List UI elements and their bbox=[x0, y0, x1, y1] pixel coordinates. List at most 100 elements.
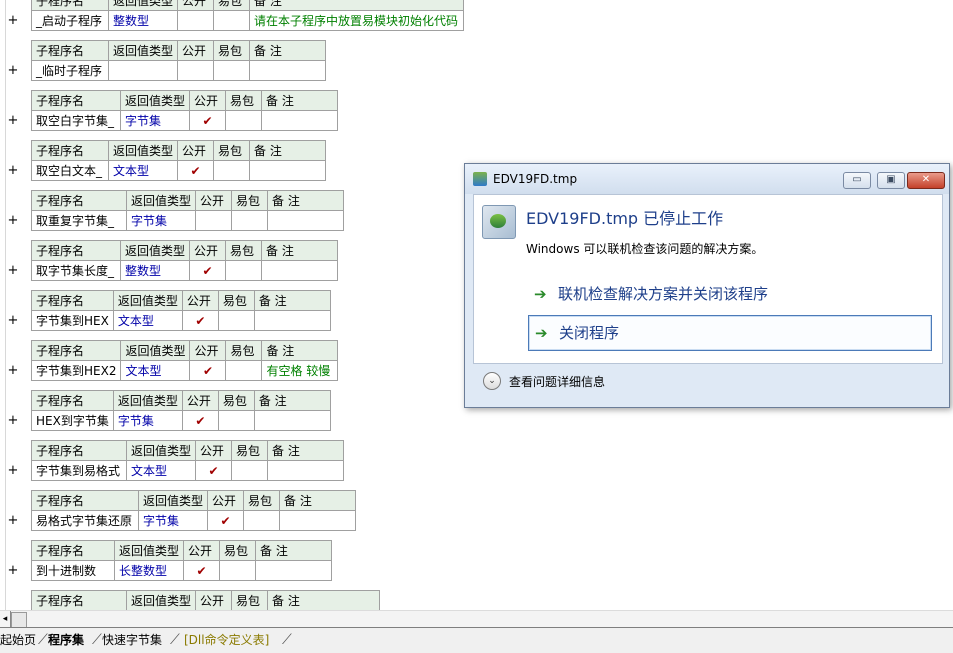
sub-name-cell[interactable]: 字节集到HEX bbox=[31, 310, 114, 331]
sub-name-cell[interactable]: _临时子程序 bbox=[31, 60, 109, 81]
return-type-cell[interactable]: 整数型 bbox=[119, 260, 191, 281]
sub-name-cell[interactable]: 字节集到易格式 bbox=[31, 460, 127, 481]
expand-plus-icon[interactable]: + bbox=[6, 463, 20, 479]
note-cell[interactable]: 有空格 较慢 bbox=[261, 360, 339, 381]
sub-name-cell[interactable]: HEX到字节集 bbox=[31, 410, 114, 431]
maximize-button[interactable]: ▣ bbox=[877, 172, 905, 189]
note-cell[interactable] bbox=[249, 60, 327, 81]
view-details-link[interactable]: 查看问题详细信息 bbox=[509, 373, 605, 390]
check-icon: ✔ bbox=[202, 363, 214, 378]
public-cell[interactable] bbox=[177, 60, 215, 81]
expand-plus-icon[interactable]: + bbox=[6, 363, 20, 379]
public-cell[interactable]: ✔ bbox=[181, 410, 219, 431]
public-cell[interactable]: ✔ bbox=[177, 160, 215, 181]
public-cell[interactable] bbox=[195, 210, 233, 231]
return-type-cell[interactable]: 字节集 bbox=[137, 510, 209, 531]
expand-plus-icon[interactable]: + bbox=[6, 63, 20, 79]
return-type-cell[interactable]: 字节集 bbox=[119, 110, 191, 131]
package-cell[interactable] bbox=[231, 210, 269, 231]
package-cell[interactable] bbox=[219, 560, 257, 581]
public-cell[interactable]: ✔ bbox=[183, 560, 221, 581]
minimize-button[interactable]: ▭ bbox=[843, 172, 871, 189]
public-cell[interactable]: ✔ bbox=[189, 110, 227, 131]
sub-name-cell[interactable]: _启动子程序 bbox=[31, 10, 109, 31]
return-type-cell[interactable]: 文本型 bbox=[107, 160, 179, 181]
public-cell[interactable]: ✔ bbox=[195, 460, 233, 481]
package-cell[interactable] bbox=[213, 60, 251, 81]
app-icon bbox=[473, 172, 487, 186]
return-type-cell[interactable]: 文本型 bbox=[112, 310, 183, 331]
tab-start-page[interactable]: 起始页 bbox=[0, 631, 36, 649]
note-cell[interactable] bbox=[253, 310, 331, 331]
horizontal-scrollbar[interactable]: ◂ bbox=[0, 610, 953, 628]
public-cell[interactable]: ✔ bbox=[181, 310, 219, 331]
return-type-cell[interactable] bbox=[107, 60, 179, 81]
dialog-titlebar[interactable]: EDV19FD.tmp ▭ ▣ ✕ bbox=[465, 164, 949, 194]
subroutine-table: 子程序名 返回值类型 公开 易包备 注到十进制数 长整数型 ✔ bbox=[31, 540, 333, 581]
package-cell[interactable] bbox=[225, 360, 263, 381]
note-cell[interactable] bbox=[255, 560, 333, 581]
expand-plus-icon[interactable]: + bbox=[6, 263, 20, 279]
check-online-option[interactable]: ➔ 联机检查解决方案并关闭该程序 bbox=[528, 277, 930, 311]
tab-dll-commands[interactable]: [Dll命令定义表] bbox=[184, 631, 269, 649]
sub-name-cell[interactable]: 取空白文本_ bbox=[31, 160, 109, 181]
sub-name-cell[interactable]: 取字节集长度_ bbox=[31, 260, 121, 281]
note-cell[interactable]: 请在本子程序中放置易模块初始化代码 bbox=[249, 10, 465, 31]
expand-plus-icon[interactable]: + bbox=[6, 313, 20, 329]
return-type-cell[interactable]: 文本型 bbox=[125, 460, 197, 481]
header-pub: 公开 bbox=[181, 290, 219, 311]
header-note: 备 注 bbox=[261, 90, 339, 111]
package-cell[interactable] bbox=[225, 260, 263, 281]
sub-name-cell[interactable]: 取重复字节集_ bbox=[31, 210, 127, 231]
note-cell[interactable] bbox=[261, 260, 339, 281]
close-button[interactable]: ✕ bbox=[907, 172, 945, 189]
public-cell[interactable]: ✔ bbox=[207, 510, 245, 531]
sub-name-cell[interactable]: 取空白字节集_ bbox=[31, 110, 121, 131]
note-cell[interactable] bbox=[249, 160, 327, 181]
note-cell[interactable] bbox=[261, 110, 339, 131]
package-cell[interactable] bbox=[213, 10, 251, 31]
chevron-down-icon[interactable]: ⌄ bbox=[483, 372, 501, 390]
package-cell[interactable] bbox=[217, 410, 255, 431]
sub-name-cell[interactable]: 易格式字节集还原 bbox=[31, 510, 139, 531]
expand-plus-icon[interactable]: + bbox=[6, 213, 20, 229]
package-cell[interactable] bbox=[213, 160, 251, 181]
expand-plus-icon[interactable]: + bbox=[6, 413, 20, 429]
public-cell[interactable]: ✔ bbox=[189, 260, 227, 281]
return-type-cell[interactable]: 字节集 bbox=[112, 410, 183, 431]
public-cell[interactable] bbox=[177, 10, 215, 31]
expand-plus-icon[interactable]: + bbox=[6, 563, 20, 579]
expand-plus-icon[interactable]: + bbox=[6, 513, 20, 529]
header-name: 子程序名 bbox=[31, 140, 109, 161]
expand-plus-icon[interactable]: + bbox=[6, 113, 20, 129]
header-note: 备 注 bbox=[261, 340, 339, 361]
close-program-option[interactable]: ➔ 关闭程序 bbox=[528, 315, 932, 351]
check-icon: ✔ bbox=[202, 113, 213, 128]
note-cell[interactable] bbox=[267, 210, 345, 231]
tab-quick-bytes[interactable]: 快速字节集 bbox=[102, 631, 162, 649]
tab-program-set[interactable]: 程序集 bbox=[48, 631, 84, 649]
note-cell[interactable] bbox=[253, 410, 331, 431]
package-cell[interactable] bbox=[231, 460, 269, 481]
return-type-cell[interactable]: 字节集 bbox=[125, 210, 197, 231]
package-cell[interactable] bbox=[217, 310, 255, 331]
note-cell[interactable] bbox=[267, 460, 345, 481]
scroll-thumb[interactable] bbox=[11, 612, 27, 628]
scroll-left-icon[interactable]: ◂ bbox=[0, 611, 11, 627]
note-cell[interactable] bbox=[279, 510, 357, 531]
dialog-subtext: Windows 可以联机检查该问题的解决方案。 bbox=[526, 242, 764, 256]
sub-name-cell[interactable]: 到十进制数 bbox=[31, 560, 115, 581]
expand-plus-icon[interactable]: + bbox=[6, 13, 20, 29]
expand-plus-icon[interactable]: + bbox=[6, 163, 20, 179]
return-type-cell[interactable]: 整数型 bbox=[107, 10, 179, 31]
check-icon: ✔ bbox=[190, 163, 201, 178]
sub-name-cell[interactable]: 字节集到HEX2 bbox=[30, 360, 122, 381]
header-pub: 公开 bbox=[177, 40, 215, 61]
check-icon: ✔ bbox=[220, 513, 231, 528]
package-cell[interactable] bbox=[243, 510, 281, 531]
public-cell[interactable]: ✔ bbox=[189, 360, 227, 381]
subroutine-table: 子程序名 返回值类型 公开 易包备 注 bbox=[31, 590, 381, 610]
package-cell[interactable] bbox=[225, 110, 263, 131]
return-type-cell[interactable]: 长整数型 bbox=[113, 560, 185, 581]
return-type-cell[interactable]: 文本型 bbox=[120, 360, 191, 381]
